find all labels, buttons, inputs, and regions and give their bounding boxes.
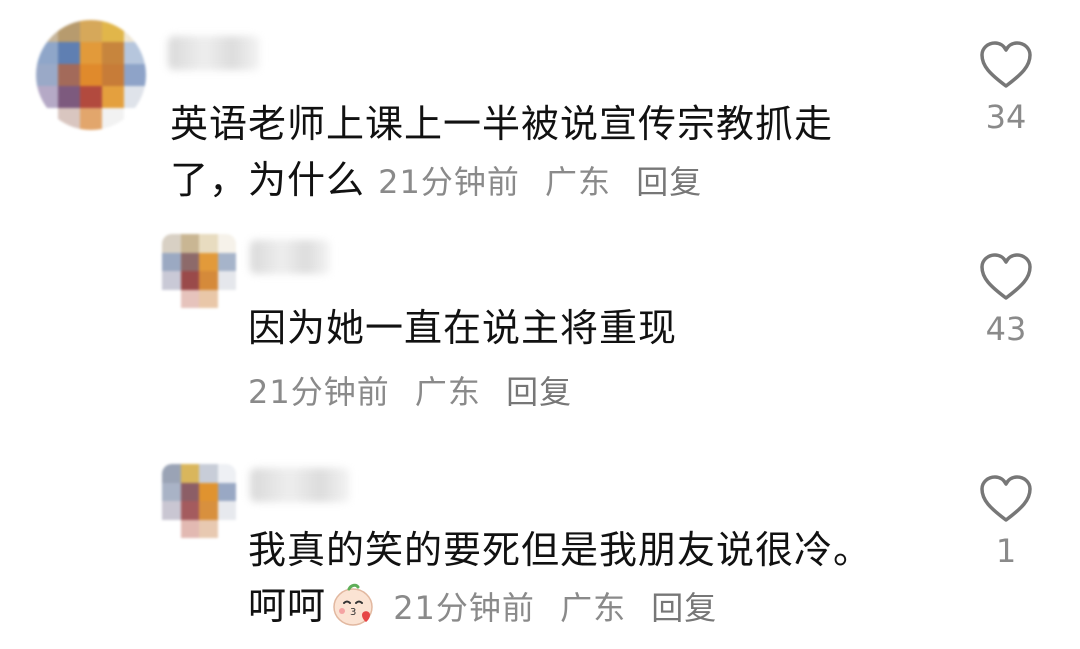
svg-text:3: 3 (350, 607, 357, 618)
username[interactable] (168, 36, 260, 70)
comment-text: 因为她一直在说主将重现 21分钟前 广东 回复 (248, 306, 678, 411)
comment-item: 英语老师上课上一半被说宣传宗教抓走 了，为什么 21分钟前 广东 回复 34 (0, 0, 1080, 210)
like-count: 34 (985, 98, 1027, 136)
like-count: 1 (995, 532, 1017, 570)
kiss-face-emoji: 3 (333, 583, 373, 626)
heart-outline-icon (980, 475, 1032, 522)
reply-button[interactable]: 回复 (651, 589, 717, 627)
like-button[interactable]: 34 (974, 40, 1038, 136)
reply-button[interactable]: 回复 (506, 373, 572, 411)
comment-text: 我真的笑的要死但是我朋友说很冷。 呵呵 3 21分钟前 广东 回复 (248, 528, 873, 628)
comment-location: 广东 (560, 589, 627, 627)
reply-item: 我真的笑的要死但是我朋友说很冷。 呵呵 3 21分钟前 广东 回复 1 (0, 450, 1080, 649)
username[interactable] (250, 468, 350, 502)
username[interactable] (250, 240, 330, 274)
heart-outline-icon (980, 253, 1032, 300)
comment-time: 21分钟前 (378, 163, 520, 201)
heart-outline-icon (980, 41, 1032, 88)
comment-text: 英语老师上课上一半被说宣传宗教抓走 了，为什么 21分钟前 广东 回复 (170, 102, 834, 202)
comment-location: 广东 (545, 163, 612, 201)
avatar[interactable] (162, 234, 236, 308)
like-button[interactable]: 43 (974, 252, 1038, 348)
reply-item: 因为她一直在说主将重现 21分钟前 广东 回复 43 (0, 220, 1080, 430)
comment-location: 广东 (414, 373, 481, 411)
like-count: 43 (985, 310, 1027, 348)
like-button[interactable]: 1 (974, 474, 1038, 570)
comment-time: 21分钟前 (248, 373, 390, 411)
reply-button[interactable]: 回复 (636, 163, 702, 201)
comment-time: 21分钟前 (393, 589, 535, 627)
avatar[interactable] (36, 20, 146, 130)
comment-list: 英语老师上课上一半被说宣传宗教抓走 了，为什么 21分钟前 广东 回复 34 因… (0, 0, 1080, 649)
avatar[interactable] (162, 464, 236, 538)
